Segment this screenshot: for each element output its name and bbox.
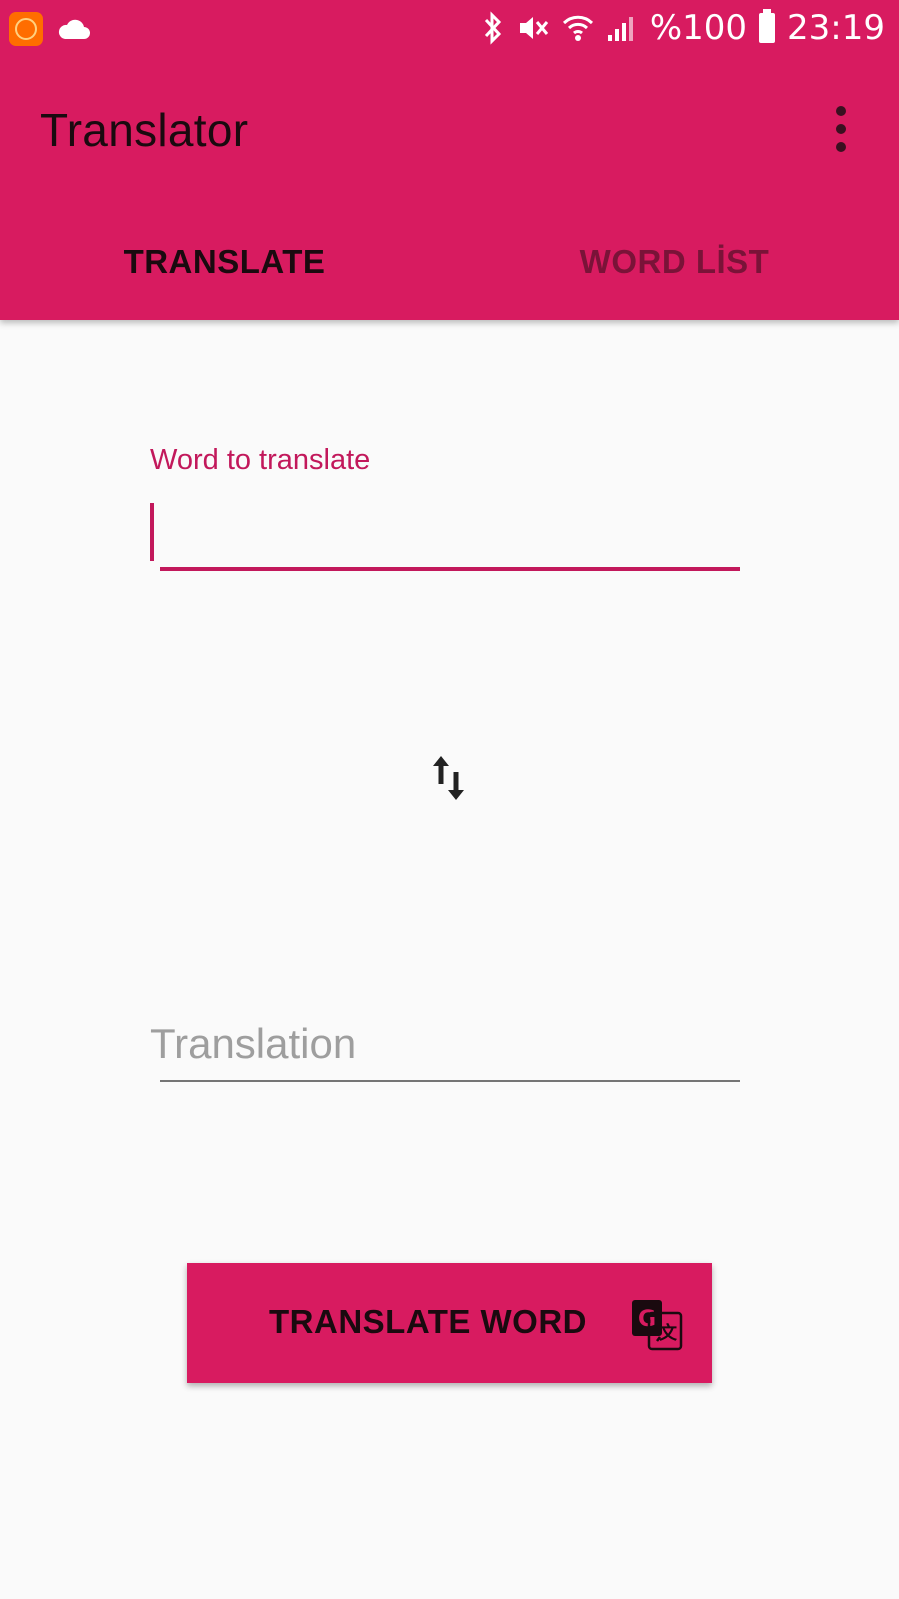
battery-icon [759, 9, 776, 43]
status-bar: %100 23:19 [0, 0, 899, 62]
toolbar-title: Translator [40, 104, 249, 156]
swap-vertical-icon[interactable] [430, 754, 470, 802]
tab-word-list[interactable]: WORD LİST [450, 232, 899, 292]
text-cursor [150, 503, 154, 561]
signal-icon [607, 17, 633, 41]
battery-percentage: %100 [649, 8, 748, 48]
translate-word-button[interactable]: TRANSLATE WORD G 文 [187, 1263, 712, 1383]
translation-underline [160, 1080, 740, 1082]
more-vert-icon[interactable] [826, 106, 856, 152]
svg-text:文: 文 [659, 1322, 678, 1344]
translation-hint: Translation [150, 1020, 357, 1067]
translate-word-button-label: TRANSLATE WORD [269, 1303, 588, 1340]
app-bar: %100 23:19 Translator TRANSLATE WORD LİS… [0, 0, 899, 320]
word-input-label: Word to translate [150, 444, 371, 476]
vibrate-icon [519, 17, 548, 39]
google-translate-icon: G 文 [632, 1300, 683, 1351]
svg-text:G: G [638, 1307, 656, 1332]
app-notification-icon [9, 12, 43, 46]
system-icons: %100 23:19 [482, 8, 885, 48]
tab-translate[interactable]: TRANSLATE [0, 232, 449, 292]
wifi-icon [562, 15, 593, 41]
word-input-underline [160, 567, 740, 571]
notification-icons [9, 12, 91, 46]
clock: 23:19 [787, 8, 885, 48]
cloud-icon [58, 19, 90, 39]
bluetooth-icon [484, 11, 501, 45]
